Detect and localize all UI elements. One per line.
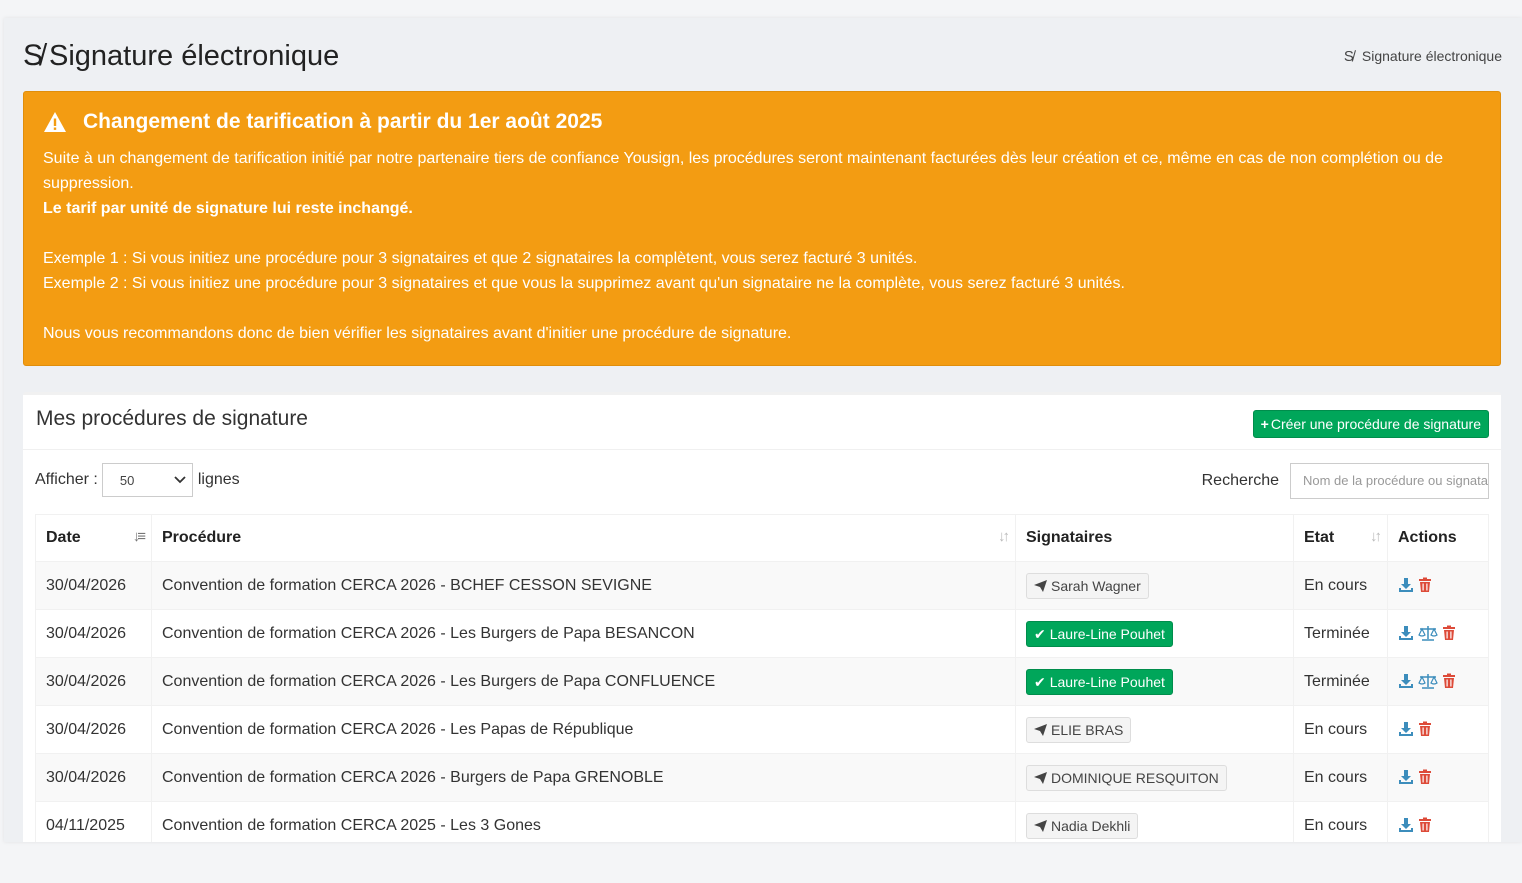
table-row: 30/04/2026 Convention de formation CERCA…: [35, 609, 1489, 658]
alert-example-1: Exemple 1 : Si vous initiez une procédur…: [43, 250, 918, 267]
plus-icon: +: [1260, 416, 1269, 432]
column-actions: Actions: [1387, 514, 1489, 562]
table-row: 30/04/2026 Convention de formation CERCA…: [35, 657, 1489, 706]
cell-state: Terminée: [1293, 609, 1388, 658]
table-row: 30/04/2026 Convention de formation CERCA…: [35, 561, 1489, 610]
cell-procedure: Convention de formation CERCA 2026 - Les…: [151, 657, 1016, 706]
trash-icon[interactable]: [1418, 769, 1432, 785]
signer-badge[interactable]: Sarah Wagner: [1026, 572, 1149, 599]
card-title: Mes procédures de signature: [36, 407, 308, 430]
download-icon[interactable]: [1398, 673, 1414, 689]
show-label: Afficher :: [35, 471, 98, 488]
cell-actions: [1387, 609, 1489, 658]
search-control: Recherche Nom de la procédure ou signata…: [1202, 463, 1489, 499]
alert-title: Changement de tarification à partir du 1…: [43, 106, 1481, 138]
cell-procedure: Convention de formation CERCA 2026 - Bur…: [151, 753, 1016, 802]
pricing-alert: Changement de tarification à partir du 1…: [23, 91, 1501, 366]
column-procedure[interactable]: Procédure ↓↑: [151, 514, 1016, 562]
cell-procedure: Convention de formation CERCA 2026 - Les…: [151, 705, 1016, 754]
cell-signers: Nadia Dekhli: [1015, 801, 1294, 842]
signature-icon: S̸: [1343, 48, 1354, 65]
trash-icon[interactable]: [1418, 577, 1432, 593]
cell-date: 04/11/2025: [35, 801, 152, 842]
download-icon[interactable]: [1398, 577, 1414, 593]
card-header: Mes procédures de signature + Créer une p…: [23, 395, 1501, 450]
cell-actions: [1387, 561, 1489, 610]
trash-icon[interactable]: [1418, 721, 1432, 737]
cell-procedure: Convention de formation CERCA 2026 - Les…: [151, 609, 1016, 658]
cell-date: 30/04/2026: [35, 609, 152, 658]
content-header: S̸ Signature électronique S̸ Signature éle…: [23, 36, 1502, 76]
trash-icon[interactable]: [1442, 673, 1456, 689]
column-state[interactable]: Etat ↓↑: [1293, 514, 1388, 562]
chevron-down-icon: [174, 476, 186, 484]
page-length-control: Afficher : 50 lignes: [35, 463, 240, 497]
cell-procedure: Convention de formation CERCA 2026 - BCH…: [151, 561, 1016, 610]
cell-procedure: Convention de formation CERCA 2025 - Les…: [151, 801, 1016, 842]
procedures-card: Mes procédures de signature + Créer une p…: [23, 392, 1501, 842]
balance-scale-icon[interactable]: [1418, 673, 1438, 690]
sort-icon: ↓↑: [998, 528, 1010, 545]
cell-state: En cours: [1293, 753, 1388, 802]
search-input[interactable]: Nom de la procédure ou signataire: [1290, 463, 1489, 499]
paper-plane-icon: [1034, 578, 1047, 594]
signer-badge[interactable]: ✔ Laure-Line Pouhet: [1026, 668, 1173, 695]
warning-icon: [44, 112, 66, 132]
cell-signers: Sarah Wagner: [1015, 561, 1294, 610]
create-procedure-button[interactable]: + Créer une procédure de signature: [1252, 410, 1489, 438]
signer-badge[interactable]: DOMINIQUE RESQUITON: [1026, 764, 1227, 791]
cell-state: En cours: [1293, 561, 1388, 610]
cell-date: 30/04/2026: [35, 753, 152, 802]
cell-date: 30/04/2026: [35, 657, 152, 706]
cell-date: 30/04/2026: [35, 561, 152, 610]
cell-actions: [1387, 705, 1489, 754]
cell-actions: [1387, 801, 1489, 842]
signer-badge[interactable]: Nadia Dekhli: [1026, 812, 1139, 839]
download-icon[interactable]: [1398, 625, 1414, 641]
table-row: 30/04/2026 Convention de formation CERCA…: [35, 753, 1489, 802]
trash-icon[interactable]: [1418, 817, 1432, 833]
sort-icon: ↓↑: [1370, 528, 1382, 545]
search-label: Recherche: [1201, 472, 1279, 489]
alert-recommendation: Nous vous recommandons donc de bien véri…: [43, 325, 792, 342]
cell-state: Terminée: [1293, 657, 1388, 706]
paper-plane-icon: [1034, 770, 1047, 786]
cell-state: En cours: [1293, 705, 1388, 754]
table-row: 30/04/2026 Convention de formation CERCA…: [35, 705, 1489, 754]
cell-state: En cours: [1293, 801, 1388, 842]
show-suffix: lignes: [197, 471, 240, 488]
cell-actions: [1387, 753, 1489, 802]
cell-date: 30/04/2026: [35, 705, 152, 754]
table-header-row: Date ↓≡ Procédure ↓↑ Signataires Etat ↓↑ Ac…: [35, 514, 1489, 562]
balance-scale-icon[interactable]: [1418, 625, 1438, 642]
alert-paragraph: Suite à un changement de tarification in…: [43, 150, 1443, 192]
check-icon: ✔: [1034, 673, 1046, 690]
cell-actions: [1387, 657, 1489, 706]
app-frame: S̸ Signature électronique S̸ Signature éle…: [4, 18, 1522, 842]
alert-example-2: Exemple 2 : Si vous initiez une procédur…: [43, 275, 1125, 292]
column-signers: Signataires: [1015, 514, 1294, 562]
paper-plane-icon: [1034, 722, 1047, 738]
table-row: 04/11/2025 Convention de formation CERCA…: [35, 801, 1489, 842]
page-title: S̸ Signature électronique: [23, 39, 340, 72]
page-length-select[interactable]: 50: [101, 463, 193, 497]
paper-plane-icon: [1034, 818, 1047, 834]
signature-icon: S̸: [23, 39, 44, 72]
download-icon[interactable]: [1398, 817, 1414, 833]
cell-signers: DOMINIQUE RESQUITON: [1015, 753, 1294, 802]
signer-badge[interactable]: ELIE BRAS: [1026, 716, 1132, 743]
procedures-table: Date ↓≡ Procédure ↓↑ Signataires Etat ↓↑ Ac…: [35, 514, 1489, 842]
trash-icon[interactable]: [1442, 625, 1456, 641]
cell-signers: ✔ Laure-Line Pouhet: [1015, 657, 1294, 706]
download-icon[interactable]: [1398, 721, 1414, 737]
download-icon[interactable]: [1398, 769, 1414, 785]
check-icon: ✔: [1034, 625, 1046, 642]
cell-signers: ELIE BRAS: [1015, 705, 1294, 754]
column-date[interactable]: Date ↓≡: [35, 514, 152, 562]
cell-signers: ✔ Laure-Line Pouhet: [1015, 609, 1294, 658]
breadcrumb[interactable]: S̸ Signature électronique: [1344, 48, 1502, 65]
signer-badge[interactable]: ✔ Laure-Line Pouhet: [1026, 620, 1173, 647]
sort-desc-icon: ↓≡: [132, 528, 146, 545]
alert-bold-line: Le tarif par unité de signature lui rest…: [43, 200, 413, 217]
